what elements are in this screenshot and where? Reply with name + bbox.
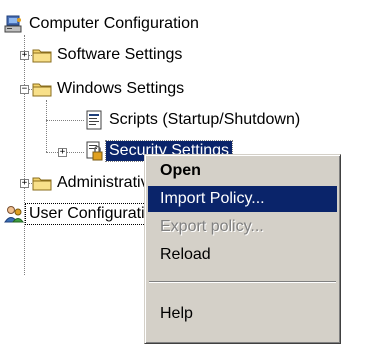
script-icon — [84, 110, 104, 130]
menu-separator — [149, 281, 336, 283]
menu-item-open[interactable]: Open — [148, 158, 337, 184]
tree-line — [24, 35, 25, 275]
menu-item-export-policy[interactable]: Export policy... — [148, 214, 337, 240]
context-menu: Open Import Policy... Export policy... R… — [144, 154, 341, 344]
shield-lock-icon — [84, 141, 104, 161]
menu-item-label: Help — [160, 305, 193, 322]
tree-item-scripts[interactable]: Scripts (Startup/Shutdown) — [84, 109, 303, 131]
menu-item-help[interactable]: Help — [148, 301, 337, 327]
computer-icon — [4, 14, 24, 34]
expand-button[interactable]: + — [58, 148, 67, 157]
expand-button[interactable]: + — [20, 179, 29, 188]
tree-item-label: Scripts (Startup/Shutdown) — [109, 111, 301, 128]
menu-item-import-policy[interactable]: Import Policy... — [148, 186, 337, 212]
folder-icon — [32, 173, 52, 193]
tree-item-user-configuration[interactable]: User Configuration — [4, 203, 167, 225]
menu-item-label: Open — [160, 162, 201, 179]
folder-icon — [32, 45, 52, 65]
menu-item-reload[interactable]: Reload — [148, 242, 337, 268]
collapse-button[interactable]: − — [20, 85, 29, 94]
menu-item-label: Import Policy... — [160, 190, 265, 207]
expand-button[interactable]: + — [20, 51, 29, 60]
user-icon — [4, 204, 24, 224]
tree-item-windows-settings[interactable]: Windows Settings — [32, 78, 187, 100]
tree-item-label: Windows Settings — [57, 80, 185, 97]
tree-line — [46, 120, 84, 121]
tree-item-label: Software Settings — [57, 46, 183, 63]
tree-item-computer-configuration[interactable]: Computer Configuration — [4, 13, 202, 35]
tree-line — [46, 100, 47, 152]
menu-item-label: Reload — [160, 246, 211, 263]
menu-item-label: Export policy... — [160, 218, 264, 235]
tree-item-label: Computer Configuration — [29, 15, 199, 32]
folder-open-icon — [32, 79, 52, 99]
tree-item-software-settings[interactable]: Software Settings — [32, 44, 185, 66]
